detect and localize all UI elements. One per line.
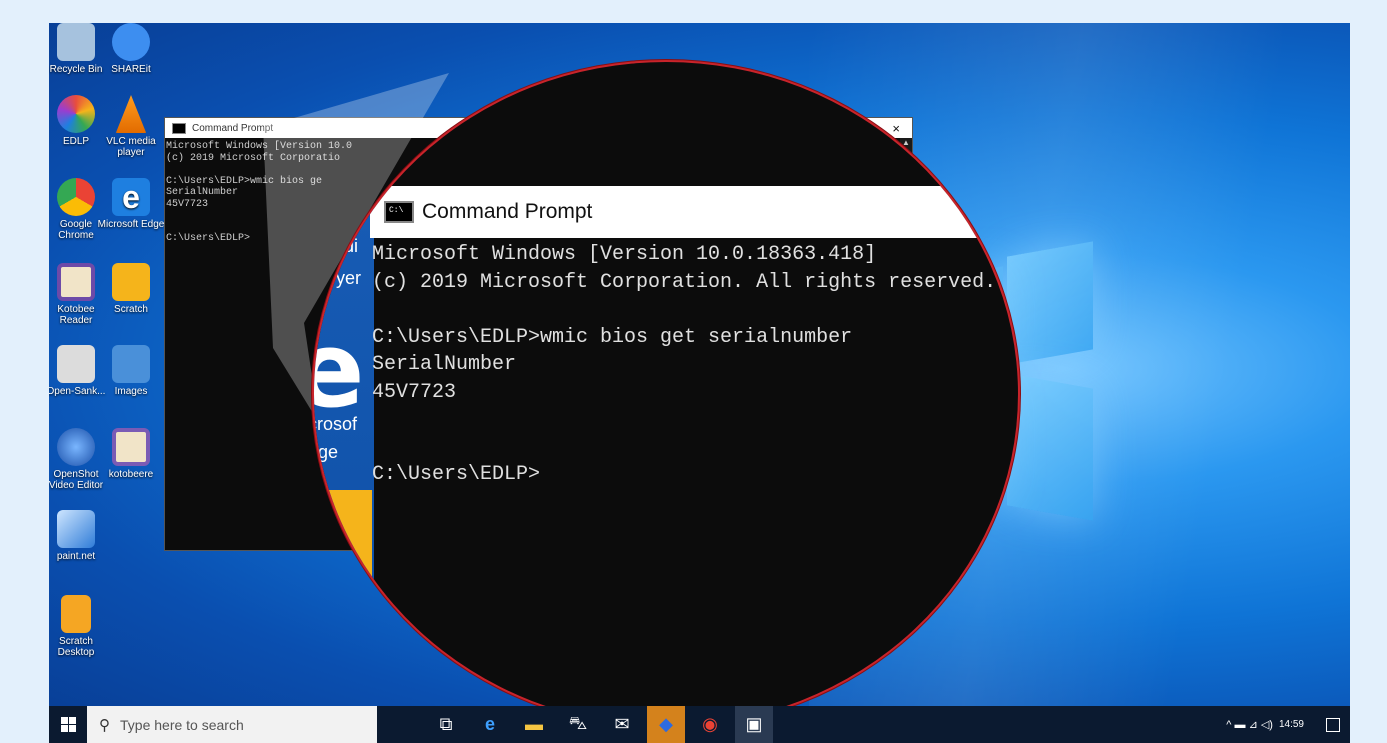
store-button[interactable]: ⛍: [559, 706, 597, 743]
magnified-scratch-icon: [314, 490, 372, 580]
cmd-taskbar-icon: ▣: [745, 714, 763, 734]
chrome-taskbar-icon: ◉: [702, 714, 718, 734]
mail-button[interactable]: ✉: [603, 706, 641, 743]
desktop-icon-images[interactable]: Images: [97, 345, 165, 397]
tray-icons[interactable]: ^ ▬ ⊿ ◁): [1226, 718, 1273, 731]
magnified-vlc-label-2: yer: [336, 268, 362, 288]
desktop-icon-scratch-desktop[interactable]: Scratch Desktop: [49, 595, 110, 658]
desktop: Recycle Bin SHAREit EDLP VLC media playe…: [49, 23, 1350, 743]
file-explorer-icon: ▬: [525, 714, 543, 734]
recycle-bin-icon: [57, 23, 95, 61]
chrome-taskbar-button[interactable]: ◉: [691, 706, 729, 743]
images-folder-icon: [112, 345, 150, 383]
search-icon: ⚲: [99, 716, 110, 734]
scratch-desktop-icon: [61, 595, 91, 633]
desktop-icon-label: VLC media player: [106, 136, 156, 158]
magnified-edge-label: crosof: [312, 414, 358, 434]
task-view-button[interactable]: ⧉: [427, 706, 465, 743]
edge-taskbar-icon: e: [484, 714, 495, 734]
magnified-edge-icon: e: [314, 310, 374, 430]
magnified-cmd-title: Command Prompt: [422, 200, 593, 223]
desktop-icon-label: kotobeere: [108, 469, 154, 480]
shield-taskbar-icon: ◆: [659, 714, 673, 734]
desktop-icon-vlc[interactable]: VLC media player: [97, 95, 165, 158]
screenshot-frame: Recycle Bin SHAREit EDLP VLC media playe…: [0, 0, 1387, 743]
magnifier-lens: e crosof dge di yer Command Prompt Micro…: [312, 60, 1020, 728]
desktop-icon-paintnet[interactable]: paint.net: [49, 510, 110, 562]
magnified-edge-label-2: dge: [314, 442, 339, 462]
system-tray: ^ ▬ ⊿ ◁) 14:59: [1226, 717, 1340, 732]
close-button[interactable]: ×: [892, 121, 900, 136]
cmd-icon: [172, 122, 186, 134]
desktop-icon-label: Scratch Desktop: [57, 636, 95, 658]
vlc-icon: [115, 95, 147, 133]
notification-icon[interactable]: [1326, 717, 1340, 732]
desktop-icon-kotobee-author[interactable]: kotobeere: [97, 428, 165, 480]
windows-start-icon: [60, 717, 76, 732]
taskbar-search-box[interactable]: ⚲ Type here to search: [87, 706, 377, 743]
magnified-vlc-label: di: [344, 236, 359, 256]
magnified-cmd-titlebar: Command Prompt: [370, 186, 1018, 238]
kotobee-reader-icon: [57, 263, 95, 301]
desktop-icon-edge[interactable]: e Microsoft Edge: [97, 178, 165, 230]
mail-icon: ✉: [614, 714, 630, 734]
edge-taskbar-button[interactable]: e: [471, 706, 509, 743]
desktop-icon-scratch[interactable]: Scratch: [97, 263, 165, 315]
desktop-icon-label: Images: [114, 386, 148, 397]
desktop-icon-label: Microsoft Edge: [97, 219, 165, 230]
desktop-icon-label: SHAREit: [111, 64, 151, 75]
search-placeholder: Type here to search: [120, 716, 244, 733]
kotobee-author-icon: [112, 428, 150, 466]
magnified-cmd-icon: [384, 201, 414, 223]
scratch-icon: [112, 263, 150, 301]
desktop-icon-shareit[interactable]: SHAREit: [97, 23, 165, 75]
start-button[interactable]: [49, 706, 87, 743]
cmd-title: Command Prompt: [192, 122, 274, 134]
cmd-taskbar-button[interactable]: ▣: [735, 706, 773, 743]
clock[interactable]: 14:59: [1279, 719, 1304, 731]
desktop-icon-label: Scratch: [114, 304, 148, 315]
file-explorer-button[interactable]: ▬: [515, 706, 553, 743]
desktop-icon-label: paint.net: [56, 551, 96, 562]
paintnet-icon: [57, 510, 95, 548]
task-view-icon: ⧉: [439, 714, 453, 734]
open-sankore-icon: [57, 345, 95, 383]
store-icon: ⛍: [568, 712, 588, 733]
taskbar: ⚲ Type here to search ⧉ e ▬ ⛍ ✉ ◆ ◉ ▣ ^ …: [49, 706, 1350, 743]
shield-taskbar-button[interactable]: ◆: [647, 706, 685, 743]
taskbar-apps: ⧉ e ▬ ⛍ ✉ ◆ ◉ ▣: [427, 706, 773, 743]
shareit-icon: [112, 23, 150, 61]
chrome-icon: [57, 178, 95, 216]
openshot-icon: [57, 428, 95, 466]
edlp-icon: [57, 95, 95, 133]
clock-time: 14:59: [1278, 718, 1304, 730]
magnified-cmd-output: Microsoft Windows [Version 10.0.18363.41…: [372, 243, 997, 486]
edge-icon: e: [112, 178, 150, 216]
